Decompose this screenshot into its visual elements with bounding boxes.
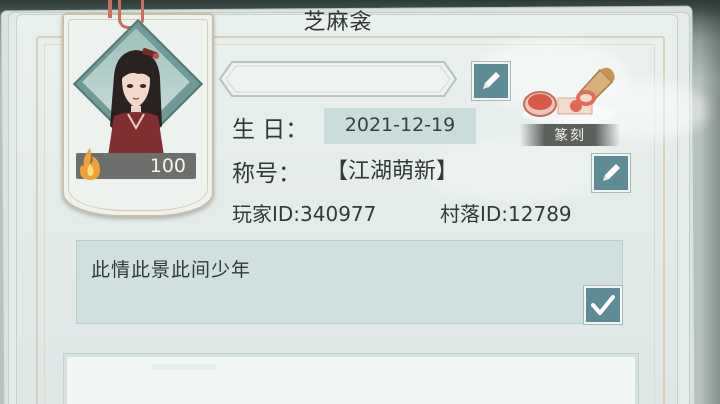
confirm-signature-button[interactable] [584, 286, 622, 324]
title-value: 【江湖萌新】 [326, 159, 459, 184]
player-name: 芝麻衾 [303, 10, 373, 35]
seal-carving-label: 篆刻 [554, 128, 586, 144]
birthday-field: 2021-12-19 [324, 108, 476, 144]
bottom-info-panel [64, 354, 638, 404]
birthday-value: 2021-12-19 [344, 114, 456, 136]
ribbon-string [108, 0, 112, 18]
pencil-icon [483, 72, 500, 89]
screen-edge-shadow [700, 0, 720, 404]
signature-box[interactable]: 此情此景此间少年 [76, 240, 623, 324]
seal-stamp-icon[interactable] [518, 64, 618, 126]
title-label: 称号： [232, 161, 301, 187]
level-value: 100 [149, 155, 186, 177]
bottom-panel-tab [152, 364, 216, 370]
birthday-label: 生 日： [232, 117, 309, 143]
flame-icon [80, 148, 100, 180]
pencil-icon [603, 164, 620, 181]
village-id: 村落ID:12789 [440, 202, 572, 226]
name-plate [218, 61, 458, 97]
signature-text: 此情此景此间少年 [91, 259, 252, 281]
avatar[interactable] [100, 46, 172, 156]
checkmark-icon [591, 295, 615, 315]
edit-title-button[interactable] [592, 154, 630, 192]
profile-screen: 100 芝麻衾 生 日： 2021-12-19 称号： 【江湖萌新】 玩家ID:… [0, 0, 720, 404]
edit-name-button[interactable] [472, 62, 510, 100]
player-id: 玩家ID:340977 [232, 202, 377, 226]
seal-carving-button[interactable]: 篆刻 [520, 124, 620, 146]
